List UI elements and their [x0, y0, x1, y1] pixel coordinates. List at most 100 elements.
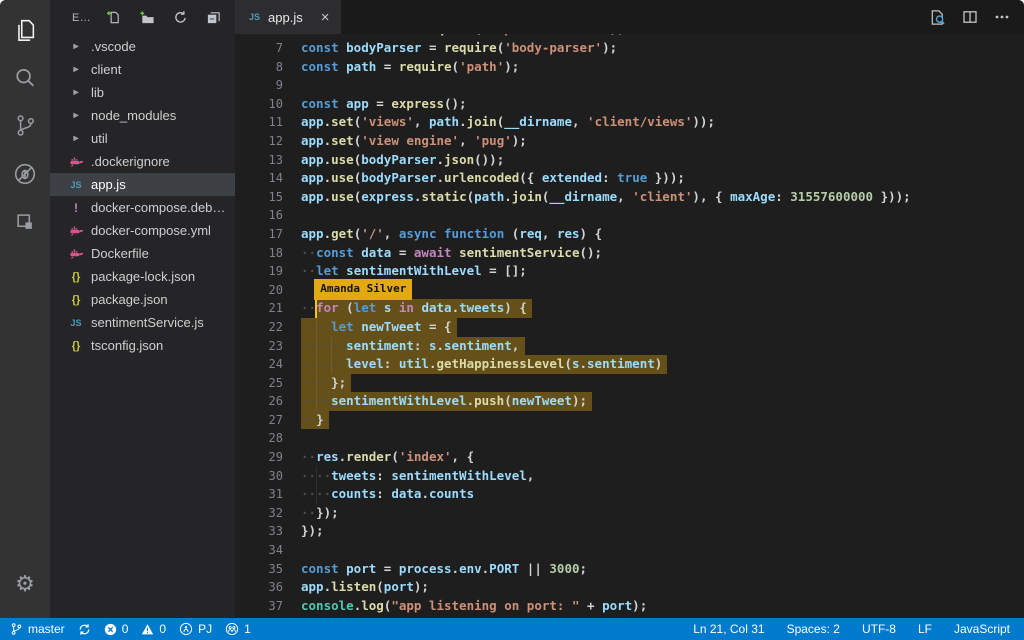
code-line-14[interactable]: 14app.use(bodyParser.urlencoded({ extend… — [235, 169, 1024, 188]
file-label: node_modules — [91, 108, 176, 123]
code-line-34[interactable]: 34 — [235, 541, 1024, 560]
status-label: PJ — [198, 622, 212, 636]
line-content: app.get('/', async function (req, res) { — [301, 225, 1024, 244]
whitespace-dots: ···· — [301, 319, 331, 334]
whitespace-dots: ·· — [301, 300, 316, 315]
line-number: 25 — [235, 374, 283, 393]
whitespace-dots: ·· — [301, 263, 316, 278]
whitespace-dots: ·· — [301, 412, 316, 427]
tree-item-docker-compose.deb-[interactable]: !docker-compose.deb… — [50, 196, 235, 219]
activity-source-control[interactable] — [0, 104, 50, 152]
refresh-icon[interactable] — [173, 10, 188, 25]
status-live-share-participants[interactable]: 1 — [225, 622, 251, 636]
new-folder-icon[interactable] — [139, 10, 155, 25]
whitespace-dots: ···· — [301, 486, 331, 501]
status-language-mode[interactable]: JavaScript — [954, 622, 1010, 636]
files-icon — [12, 17, 38, 48]
code-line-23[interactable]: 23······sentiment: s.sentiment, — [235, 337, 1024, 356]
tab-label: app.js — [268, 10, 303, 25]
tree-item-.vscode[interactable]: ▸.vscode — [50, 35, 235, 58]
code-line-10[interactable]: 10const app = express(); — [235, 95, 1024, 114]
line-content: ····let newTweet = { — [301, 318, 1024, 337]
more-icon[interactable] — [994, 9, 1010, 25]
file-label: .dockerignore — [91, 154, 170, 169]
status-errors[interactable]: 0 — [104, 622, 129, 636]
tree-item-lib[interactable]: ▸lib — [50, 81, 235, 104]
settings-gear-icon[interactable]: ⚙ — [0, 560, 50, 608]
code-line-21[interactable]: 21Amanda Silver··for (let s in data.twee… — [235, 299, 1024, 318]
code-line-18[interactable]: 18··const data = await sentimentService(… — [235, 244, 1024, 263]
tree-item-util[interactable]: ▸util — [50, 127, 235, 150]
code-line-13[interactable]: 13app.use(bodyParser.json()); — [235, 151, 1024, 170]
collab-cursor — [315, 299, 317, 318]
code-line-25[interactable]: 25 ····}; — [235, 374, 1024, 393]
code-line-36[interactable]: 36app.listen(port); — [235, 578, 1024, 597]
tree-item-app.js[interactable]: JSapp.js — [50, 173, 235, 196]
status-warnings[interactable]: 0 — [141, 622, 166, 636]
code-line-28[interactable]: 28 — [235, 429, 1024, 448]
code-line-30[interactable]: 30····tweets: sentimentWithLevel, — [235, 467, 1024, 486]
code-line-29[interactable]: 29··res.render('index', { — [235, 448, 1024, 467]
whitespace-dots: ···· — [301, 375, 331, 390]
tab-app-js[interactable]: JS app.js × — [235, 0, 341, 34]
tree-item-docker-compose.yml[interactable]: docker-compose.yml — [50, 219, 235, 242]
code-line-17[interactable]: 17app.get('/', async function (req, res)… — [235, 225, 1024, 244]
tree-item-Dockerfile[interactable]: Dockerfile — [50, 242, 235, 265]
code-line-31[interactable]: 31····counts: data.counts — [235, 485, 1024, 504]
code-line-7[interactable]: 7const bodyParser = require('body-parser… — [235, 39, 1024, 58]
new-file-icon[interactable] — [106, 10, 121, 25]
tree-item-sentimentService.js[interactable]: JSsentimentService.js — [50, 311, 235, 334]
tree-item-node-modules[interactable]: ▸node_modules — [50, 104, 235, 127]
code-line-33[interactable]: 33}); — [235, 522, 1024, 541]
code-line-22[interactable]: 22····let newTweet = { — [235, 318, 1024, 337]
tree-item-tsconfig.json[interactable]: {}tsconfig.json — [50, 334, 235, 357]
status-encoding[interactable]: UTF-8 — [862, 622, 896, 636]
status-indentation[interactable]: Spaces: 2 — [787, 622, 840, 636]
line-content: app.use(bodyParser.urlencoded({ extended… — [301, 169, 1024, 188]
tree-item-package-lock.json[interactable]: {}package-lock.json — [50, 265, 235, 288]
tree-item-client[interactable]: ▸client — [50, 58, 235, 81]
status-git-branch[interactable]: master — [10, 622, 65, 636]
activity-extensions[interactable] — [0, 200, 50, 248]
split-editor-icon[interactable] — [962, 9, 978, 25]
collapse-all-icon[interactable] — [206, 10, 221, 25]
js-file-icon: JS — [64, 318, 88, 328]
file-label: sentimentService.js — [91, 315, 204, 330]
code-line-8[interactable]: 8const path = require('path'); — [235, 58, 1024, 77]
code-line-24[interactable]: 24······level: util.getHappinessLevel(s.… — [235, 355, 1024, 374]
code-line-32[interactable]: 32··}); — [235, 504, 1024, 523]
activity-debug[interactable] — [0, 152, 50, 200]
line-content: ····}; — [301, 374, 1024, 393]
line-content: ··} — [301, 411, 1024, 430]
editor-actions — [929, 0, 1024, 34]
code-line-11[interactable]: 11app.set('views', path.join(__dirname, … — [235, 113, 1024, 132]
tree-item-.dockerignore[interactable]: .dockerignore — [50, 150, 235, 173]
code-line-9[interactable]: 9 — [235, 76, 1024, 95]
status-sync[interactable] — [78, 623, 91, 636]
docker-whale-icon — [64, 247, 88, 260]
line-content: console.log("app listening on port: " + … — [301, 597, 1024, 616]
status-cursor-position[interactable]: Ln 21, Col 31 — [693, 622, 764, 636]
status-eol[interactable]: LF — [918, 622, 932, 636]
search-icon — [12, 65, 38, 96]
code-line-26[interactable]: 26····sentimentWithLevel.push(newTweet); — [235, 392, 1024, 411]
activity-explorer[interactable] — [0, 8, 50, 56]
line-content: app.use(bodyParser.json()); — [301, 151, 1024, 170]
close-icon[interactable]: × — [321, 10, 330, 25]
file-label: tsconfig.json — [91, 338, 163, 353]
open-changes-icon[interactable] — [929, 9, 946, 26]
code-line-12[interactable]: 12app.set('view engine', 'pug'); — [235, 132, 1024, 151]
code-line-35[interactable]: 35const port = process.env.PORT || 3000; — [235, 560, 1024, 579]
code-line-27[interactable]: 27··} — [235, 411, 1024, 430]
code-line-37[interactable]: 37console.log("app listening on port: " … — [235, 597, 1024, 616]
line-number: 11 — [235, 113, 283, 132]
code-line-16[interactable]: 16 — [235, 206, 1024, 225]
tree-item-package.json[interactable]: {}package.json — [50, 288, 235, 311]
chevron-right-icon: ▸ — [64, 41, 88, 52]
code-line-15[interactable]: 15app.use(express.static(path.join(__dir… — [235, 188, 1024, 207]
line-number: 20 — [235, 281, 283, 300]
js-file-icon: JS — [64, 180, 88, 190]
status-live-share-session[interactable]: PJ — [179, 622, 212, 636]
activity-search[interactable] — [0, 56, 50, 104]
code-editor[interactable]: 6const session = require('express-sessio… — [235, 34, 1024, 618]
